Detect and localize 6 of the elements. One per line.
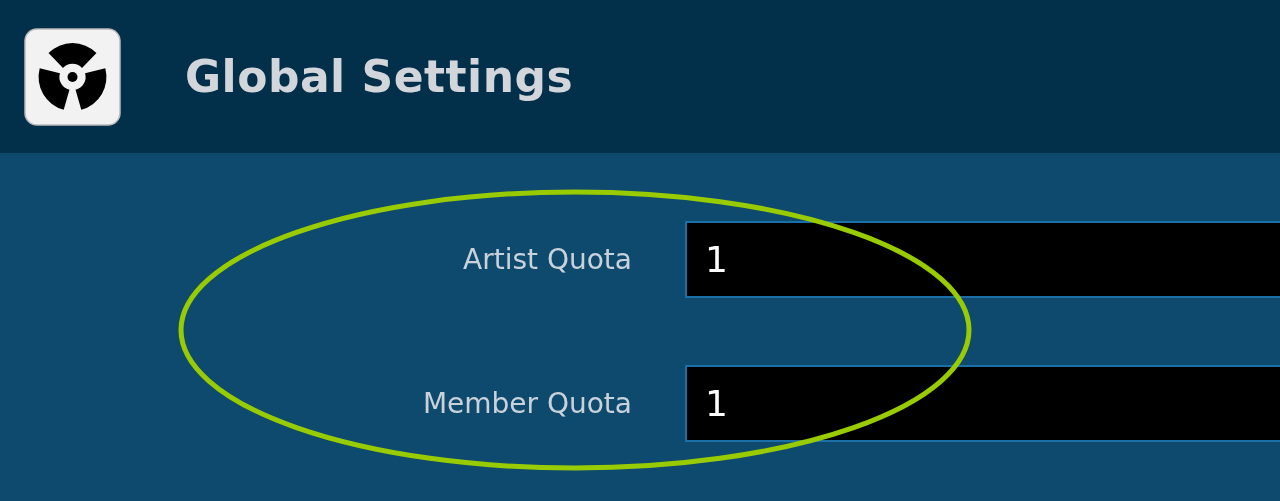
field-label: Artist Quota [462, 243, 632, 276]
page-title: Global Settings [185, 51, 574, 102]
input-field[interactable]: 1 [685, 221, 1280, 298]
input-field[interactable]: 1 [685, 365, 1280, 442]
field-label: Member Quota [421, 387, 632, 420]
radiation-icon [24, 27, 121, 126]
